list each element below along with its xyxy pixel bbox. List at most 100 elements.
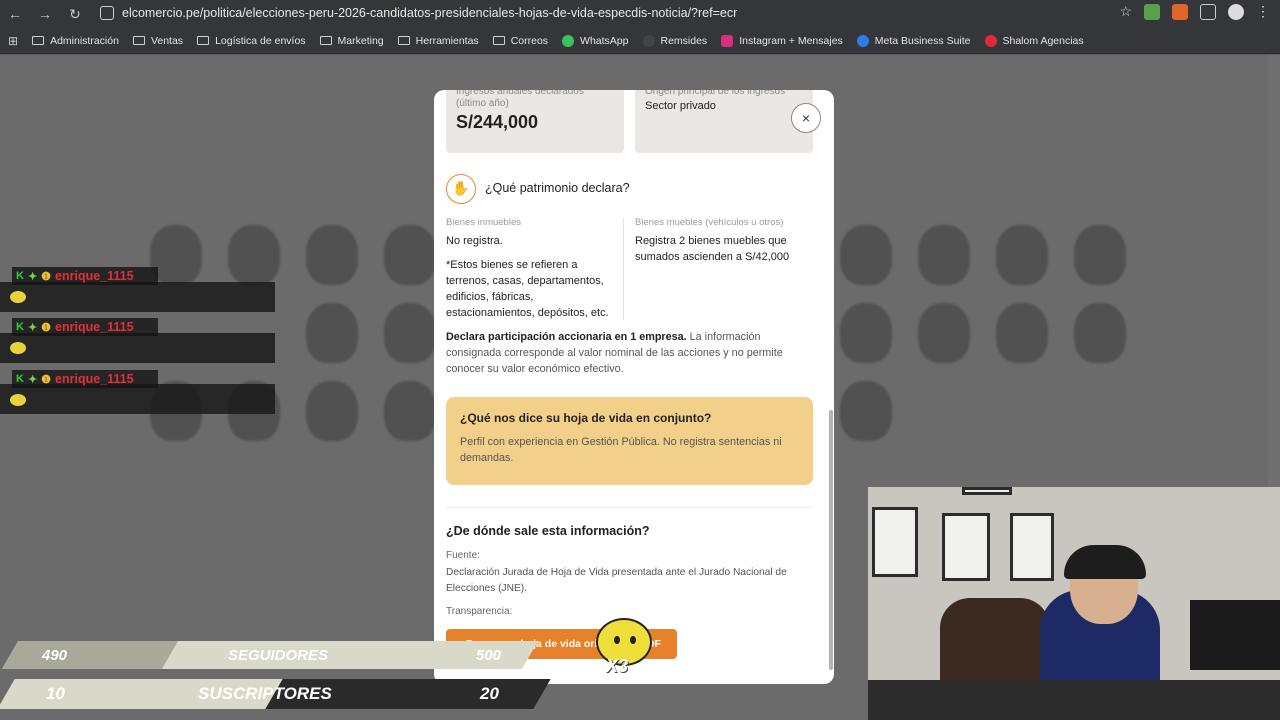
extension-icon[interactable] xyxy=(1172,3,1188,20)
meta-icon xyxy=(856,34,869,47)
shares-bold: Declara participación accionaria en 1 em… xyxy=(446,331,687,343)
cap xyxy=(1064,545,1146,579)
hand-coin-icon: ✋ xyxy=(446,174,476,204)
patrimony-title: ¿Qué patrimonio declara? xyxy=(485,181,630,195)
candidate-modal: Ingresos anuales declarados (último año)… xyxy=(434,90,834,684)
folder-icon xyxy=(397,36,410,45)
source-label: Fuente: xyxy=(446,550,480,561)
chat-message-header: K ✦ ❶ enrique_1115 xyxy=(12,267,158,285)
apps-icon[interactable]: ⊞ xyxy=(8,34,18,48)
address-bar[interactable]: elcomercio.pe/politica/elecciones-peru-2… xyxy=(100,2,1100,24)
column-divider xyxy=(623,218,624,320)
badge-icon: ✦ xyxy=(27,270,38,283)
folder-icon xyxy=(319,36,332,45)
bookmark-item[interactable]: WhatsApp xyxy=(562,34,629,47)
movable-label: Bienes muebles (vehículos u otros) xyxy=(635,217,784,228)
real-estate-label: Bienes inmuebles xyxy=(446,217,521,228)
emote-icon xyxy=(10,394,26,406)
followers-current: 490 xyxy=(42,647,68,664)
bookmark-item[interactable]: Marketing xyxy=(319,35,384,47)
back-icon[interactable]: ← xyxy=(0,6,30,22)
summary-title: ¿Qué nos dice su hoja de vida en conjunt… xyxy=(460,411,712,425)
chat-message-body xyxy=(0,282,275,312)
bookmark-item[interactable]: Instagram + Mensajes xyxy=(721,34,843,47)
followers-counter: 490 SEGUIDORES 500 xyxy=(0,641,560,671)
real-estate-value: No registra. xyxy=(446,235,503,247)
badge-icon: ✦ xyxy=(27,321,38,334)
origin-label: Origen principal de los ingresos xyxy=(645,90,786,97)
folder-icon xyxy=(132,36,145,45)
chat-username: enrique_1115 xyxy=(55,320,134,334)
source-title: ¿De dónde sale esta información? xyxy=(446,524,650,538)
chat-message-header: K ✦ ❶ enrique_1115 xyxy=(12,370,158,388)
followers-goal: 500 xyxy=(476,647,502,664)
extension-icon[interactable] xyxy=(1144,3,1160,20)
income-value: S/244,000 xyxy=(456,112,539,132)
url-text[interactable]: elcomercio.pe/politica/elecciones-peru-2… xyxy=(122,6,737,20)
profile-avatar[interactable] xyxy=(1228,3,1244,20)
desk xyxy=(868,680,1280,720)
puzzle-icon[interactable] xyxy=(1200,3,1216,20)
emote-icon xyxy=(10,342,26,354)
movable-value: Registra 2 bienes muebles que sumados as… xyxy=(635,235,790,263)
folder-icon xyxy=(32,36,45,45)
monitor xyxy=(1190,600,1280,670)
folder-icon xyxy=(197,36,210,45)
chat-username: enrique_1115 xyxy=(55,372,134,386)
close-button[interactable]: × xyxy=(791,103,821,133)
income-origin-card: Origen principal de los ingresos Sector … xyxy=(635,90,813,153)
bookmark-item[interactable]: Administración xyxy=(32,35,119,47)
source-text: Declaración Jurada de Hoja de Vida prese… xyxy=(446,567,787,594)
subs-current: 10 xyxy=(46,684,65,703)
folder-icon xyxy=(492,36,505,45)
bookmarks-bar: ⊞ Administración Ventas Logística de env… xyxy=(0,28,1280,54)
income-card: Ingresos anuales declarados (último año)… xyxy=(446,90,624,153)
remsides-icon xyxy=(642,34,655,47)
instagram-icon xyxy=(721,34,734,47)
summary-box: ¿Qué nos dice su hoja de vida en conjunt… xyxy=(446,397,813,485)
bookmark-star-icon[interactable]: ☆ xyxy=(1119,3,1132,20)
badge-icon: ❶ xyxy=(41,373,52,386)
wall-poster xyxy=(872,507,918,577)
badge-icon: K xyxy=(16,321,24,333)
wall-poster xyxy=(1010,513,1054,581)
subs-goal: 20 xyxy=(480,684,499,703)
subs-counter: 10 SUSCRIPTORES 20 xyxy=(0,679,560,709)
real-estate-note: *Estos bienes se refieren a terrenos, ca… xyxy=(446,259,609,319)
shares-paragraph: Declara participación accionaria en 1 em… xyxy=(446,329,816,377)
bookmark-item[interactable]: Ventas xyxy=(132,35,183,47)
chat-message-header: K ✦ ❶ enrique_1115 xyxy=(12,318,158,336)
section-divider xyxy=(446,507,813,508)
mascot-multiplier: X3 xyxy=(606,656,629,676)
origin-value: Sector privado xyxy=(645,100,716,112)
reload-icon[interactable]: ↻ xyxy=(60,6,90,23)
shalom-icon xyxy=(984,34,997,47)
bookmark-item[interactable]: Shalom Agencias xyxy=(984,34,1084,47)
badge-icon: ✦ xyxy=(27,373,38,386)
menu-icon[interactable]: ⋮ xyxy=(1256,3,1270,20)
subs-label: SUSCRIPTORES xyxy=(198,684,332,703)
whatsapp-icon xyxy=(562,34,575,47)
bookmark-item[interactable]: Remsides xyxy=(642,34,707,47)
chat-username: enrique_1115 xyxy=(55,269,134,283)
badge-icon: K xyxy=(16,270,24,282)
bookmark-item[interactable]: Meta Business Suite xyxy=(856,34,971,47)
chat-message-body xyxy=(0,384,275,414)
bookmark-item[interactable]: Herramientas xyxy=(397,35,479,47)
chat-message-body xyxy=(0,333,275,363)
summary-text: Perfil con experiencia en Gestión Públic… xyxy=(460,436,782,464)
bookmark-item[interactable]: Logística de envíos xyxy=(197,35,306,47)
badge-icon: K xyxy=(16,373,24,385)
badge-icon: ❶ xyxy=(41,321,52,334)
site-info-icon[interactable] xyxy=(100,6,114,20)
browser-toolbar: ← → ↻ elcomercio.pe/politica/elecciones-… xyxy=(0,0,1280,28)
badge-icon: ❶ xyxy=(41,270,52,283)
followers-label: SEGUIDORES xyxy=(228,647,329,664)
bookmark-item[interactable]: Correos xyxy=(492,35,548,47)
wall-poster xyxy=(942,513,990,581)
forward-icon[interactable]: → xyxy=(30,6,60,22)
income-label: Ingresos anuales declarados (último año) xyxy=(456,90,584,109)
emote-icon xyxy=(10,291,26,303)
transparency-label: Transparencia: xyxy=(446,606,513,617)
modal-scrollbar[interactable] xyxy=(829,410,833,670)
